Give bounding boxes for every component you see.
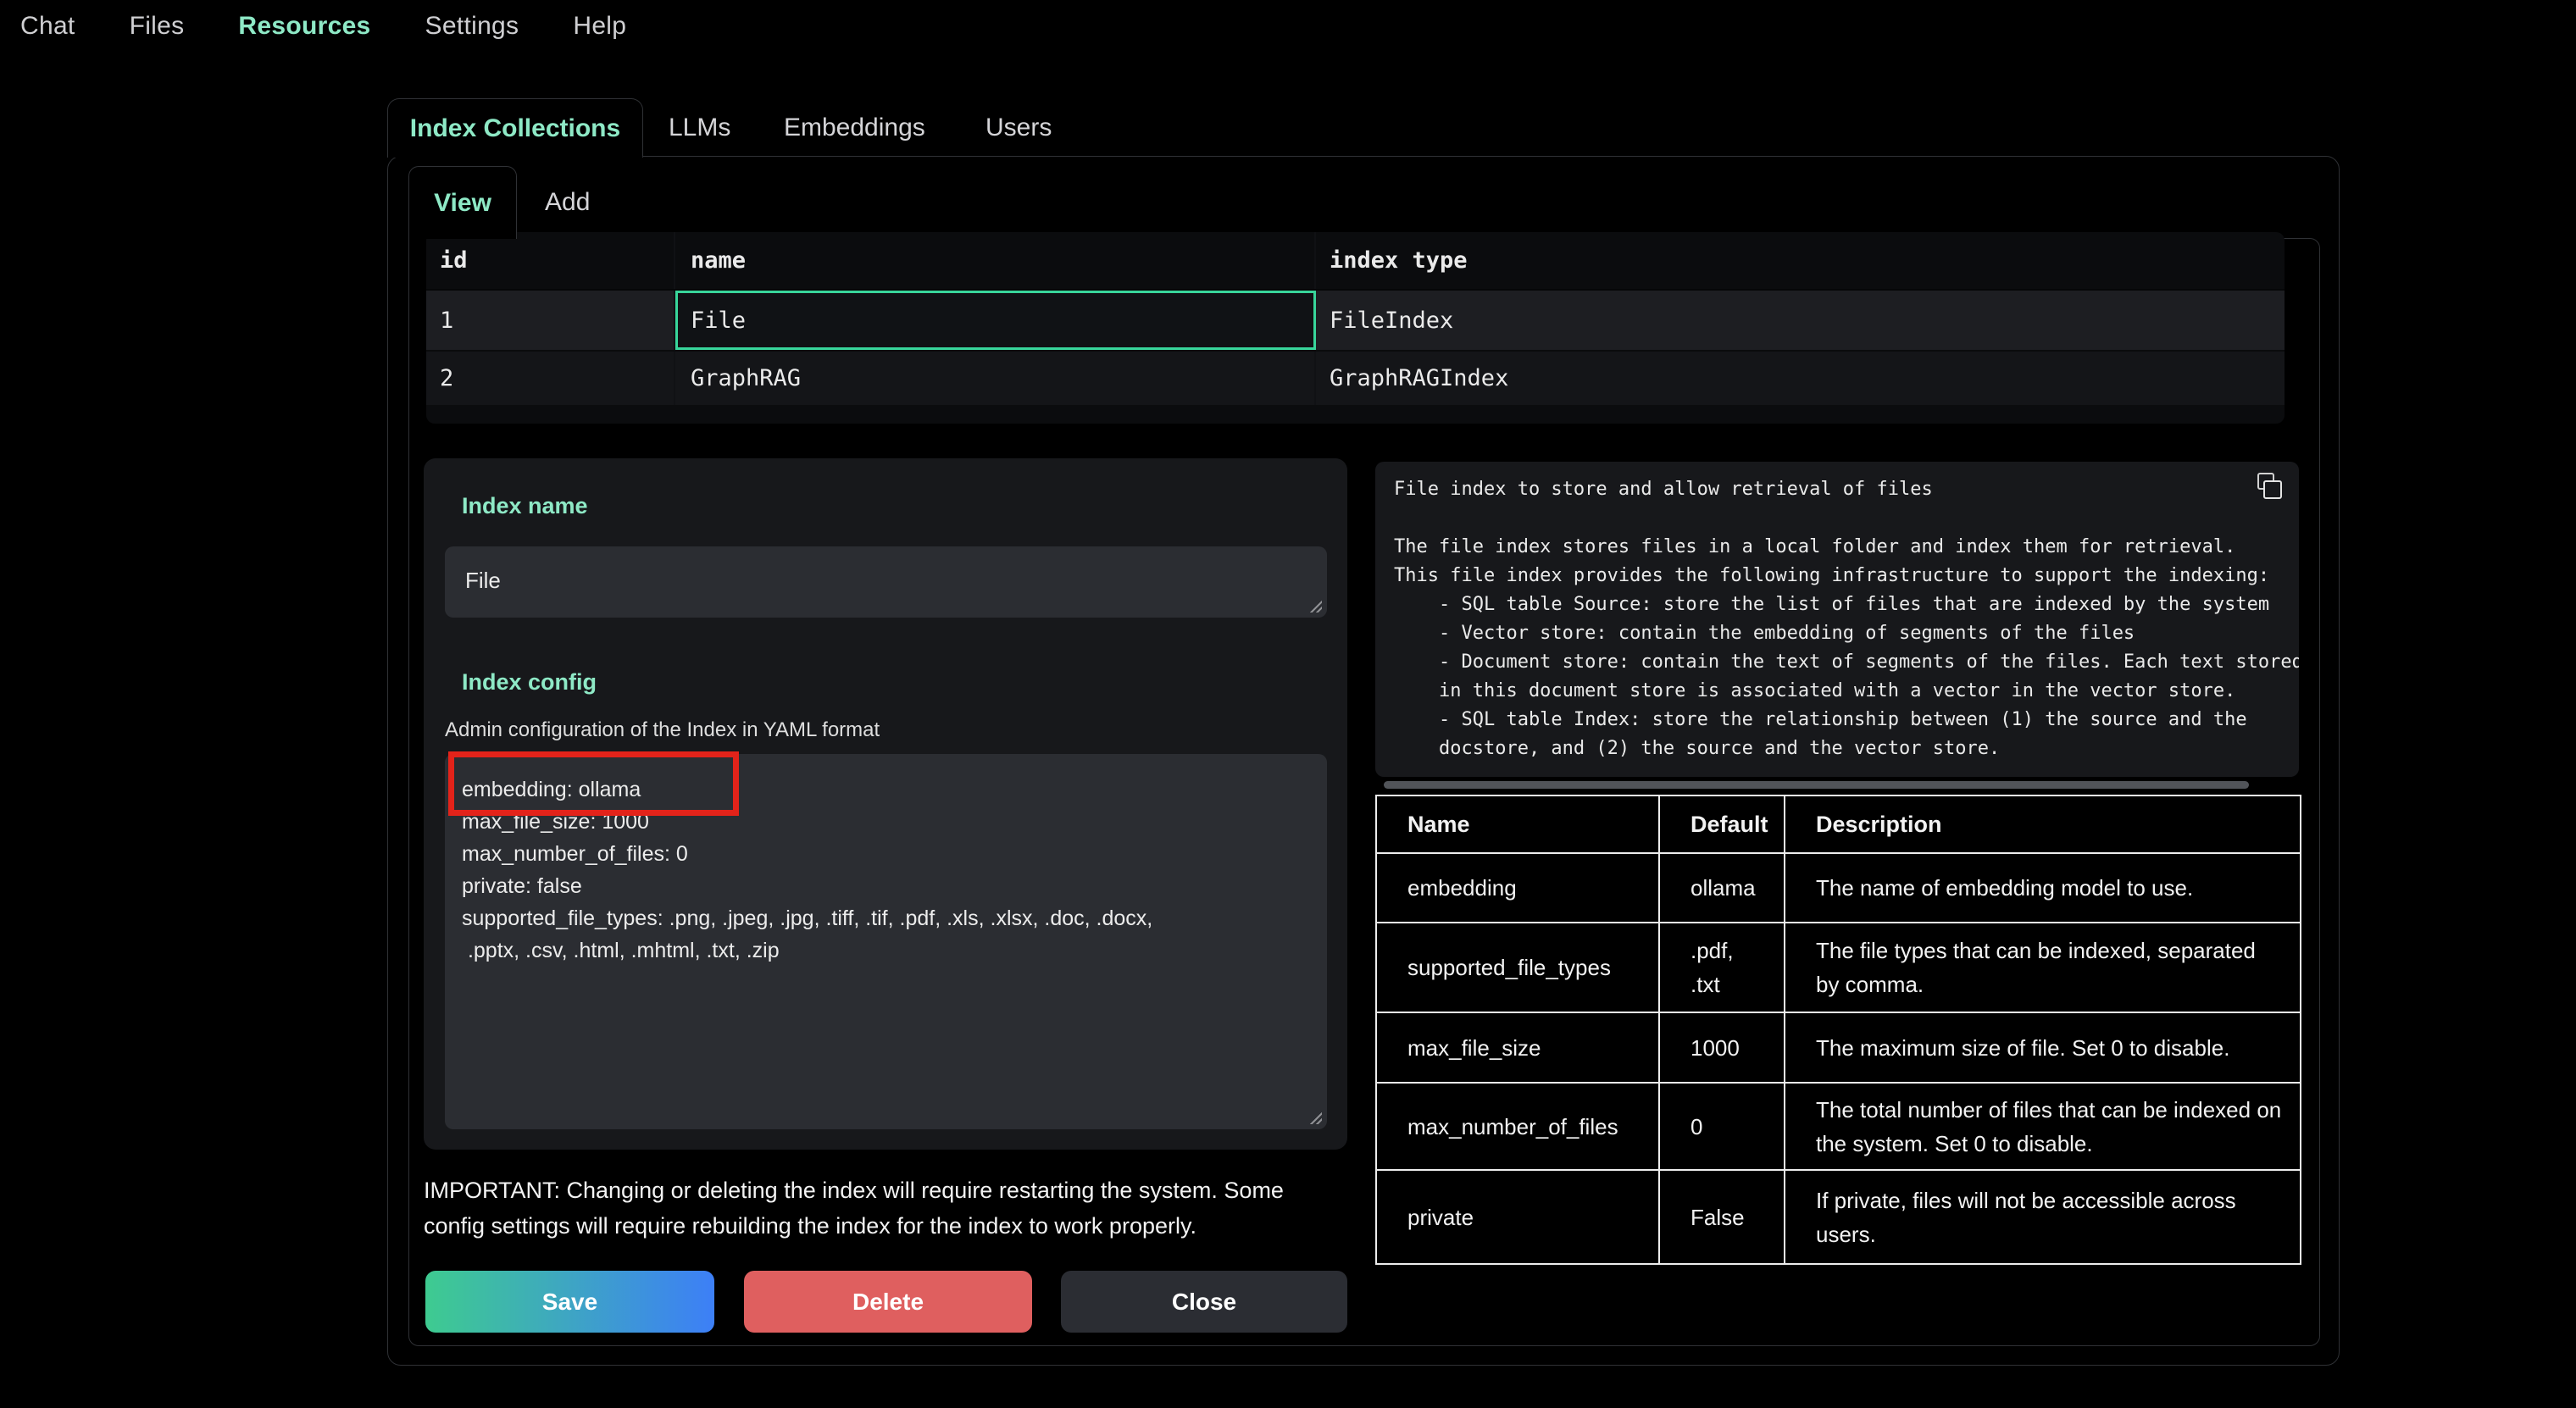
param-description: If private, files will not be accessible… xyxy=(1785,1170,2301,1264)
header-index-type: index type xyxy=(1316,232,2285,289)
param-default: .pdf, .txt xyxy=(1659,923,1785,1012)
tab-embeddings[interactable]: Embeddings xyxy=(784,98,925,158)
params-header-name: Name xyxy=(1376,795,1659,853)
tab-index-collections-label: Index Collections xyxy=(410,114,620,143)
table-row: private False If private, files will not… xyxy=(1376,1170,2301,1264)
cell-index-type[interactable]: GraphRAGIndex xyxy=(1316,352,2285,405)
param-description: The name of embedding model to use. xyxy=(1785,853,2301,923)
param-name: supported_file_types xyxy=(1376,923,1659,1012)
nav-settings[interactable]: Settings xyxy=(425,12,519,41)
close-button[interactable]: Close xyxy=(1061,1271,1347,1333)
param-description: The total number of files that can be in… xyxy=(1785,1083,2301,1170)
table-row[interactable]: 2 GraphRAG GraphRAGIndex xyxy=(426,352,2285,405)
table-row: max_number_of_files 0 The total number o… xyxy=(1376,1083,2301,1170)
table-row: embedding ollama The name of embedding m… xyxy=(1376,853,2301,923)
header-id: id xyxy=(426,232,675,289)
tab-llms[interactable]: LLMs xyxy=(669,98,730,158)
index-name-input[interactable]: File xyxy=(445,546,1327,618)
save-button[interactable]: Save xyxy=(425,1271,714,1333)
nav-files[interactable]: Files xyxy=(130,12,185,41)
index-description-panel: File index to store and allow retrieval … xyxy=(1375,462,2299,777)
param-name: max_file_size xyxy=(1376,1012,1659,1083)
copy-icon-front-square xyxy=(2263,480,2282,499)
tab-index-collections[interactable]: Index Collections xyxy=(387,98,643,158)
cell-index-type[interactable]: FileIndex xyxy=(1316,291,2285,350)
collections-table-header: id name index type xyxy=(426,232,2285,291)
header-name: name xyxy=(675,232,1316,289)
annotation-highlight-box xyxy=(448,751,739,816)
index-config-label: Index config xyxy=(462,669,597,696)
copy-icon[interactable] xyxy=(2257,473,2288,503)
param-description: The file types that can be indexed, sepa… xyxy=(1785,923,2301,1012)
param-description: The maximum size of file. Set 0 to disab… xyxy=(1785,1012,2301,1083)
important-note: IMPORTANT: Changing or deleting the inde… xyxy=(424,1172,1373,1244)
table-row: max_file_size 1000 The maximum size of f… xyxy=(1376,1012,2301,1083)
params-header-default: Default xyxy=(1659,795,1785,853)
param-default: 1000 xyxy=(1659,1012,1785,1083)
resize-handle-icon[interactable] xyxy=(1307,1109,1322,1124)
nav-resources[interactable]: Resources xyxy=(238,12,370,41)
resize-handle-icon[interactable] xyxy=(1307,597,1322,613)
collections-table: id name index type 1 File FileIndex 2 Gr… xyxy=(426,232,2285,424)
delete-button[interactable]: Delete xyxy=(744,1271,1032,1333)
param-default: False xyxy=(1659,1170,1785,1264)
param-default: 0 xyxy=(1659,1083,1785,1170)
cell-id[interactable]: 2 xyxy=(426,352,675,405)
index-name-label: Index name xyxy=(462,493,588,519)
tab-view-label: View xyxy=(434,189,491,218)
cell-name-selected[interactable]: File xyxy=(675,291,1316,350)
table-row[interactable]: 1 File FileIndex xyxy=(426,291,2285,352)
index-config-hint: Admin configuration of the Index in YAML… xyxy=(445,718,880,742)
horizontal-scrollbar[interactable] xyxy=(1384,781,2249,789)
nav-help[interactable]: Help xyxy=(573,12,626,41)
param-name: private xyxy=(1376,1170,1659,1264)
param-default: ollama xyxy=(1659,853,1785,923)
cell-name[interactable]: GraphRAG xyxy=(675,352,1316,405)
param-name: embedding xyxy=(1376,853,1659,923)
param-name: max_number_of_files xyxy=(1376,1083,1659,1170)
cell-id[interactable]: 1 xyxy=(426,291,675,350)
tab-view[interactable]: View xyxy=(408,166,517,239)
tab-add[interactable]: Add xyxy=(545,166,590,239)
params-table: Name Default Description embedding ollam… xyxy=(1375,795,2301,1265)
tab-users[interactable]: Users xyxy=(985,98,1052,158)
top-nav: Chat Files Resources Settings Help xyxy=(20,0,626,53)
params-header-row: Name Default Description xyxy=(1376,795,2301,853)
table-row: supported_file_types .pdf, .txt The file… xyxy=(1376,923,2301,1012)
params-header-description: Description xyxy=(1785,795,2301,853)
nav-chat[interactable]: Chat xyxy=(20,12,75,41)
index-name-value: File xyxy=(465,568,501,593)
